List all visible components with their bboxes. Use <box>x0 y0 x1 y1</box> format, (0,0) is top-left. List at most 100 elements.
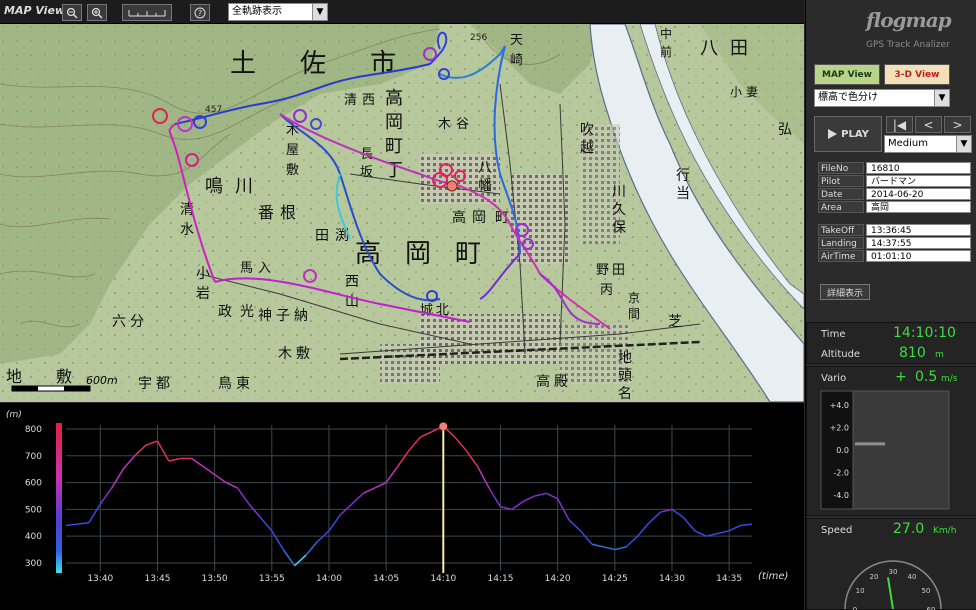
map-view[interactable]: 土 佐 市 高 岡 町 丁 鳴 川 清 水 番 根 田 渕 八 幡 天 崎 吹 <box>0 24 804 402</box>
x-tick-label: 14:25 <box>602 574 628 584</box>
place-label: 田 <box>315 228 329 244</box>
info-value: 16810 <box>866 162 971 174</box>
speed-box: Speed 27.0 Km/h 0 10 20 30 40 50 60 <box>806 518 976 610</box>
place-label: 佐 <box>300 49 326 79</box>
place-label: 政 <box>218 304 232 320</box>
x-tick-label: 13:40 <box>87 574 113 584</box>
track-display-value: 全軌跡表示 <box>232 6 282 17</box>
place-label: 木 <box>438 117 451 132</box>
altitude-line-segment <box>191 457 204 468</box>
zoom-in-button[interactable] <box>87 4 107 21</box>
altitude-value: 810 <box>899 345 926 361</box>
vario-tick-label: +2.0 <box>830 424 849 433</box>
time-cursor[interactable] <box>439 422 448 573</box>
chevron-down-icon: ▼ <box>956 136 971 152</box>
altitude-line-segment <box>99 487 113 505</box>
y-tick-label: 300 <box>25 559 42 569</box>
vario-sign: + <box>895 369 907 385</box>
info-row: Pilot バードマン <box>818 175 971 187</box>
place-label: 木 <box>278 346 292 362</box>
x-tick-label: 14:15 <box>487 574 513 584</box>
altitude-line-segment <box>603 546 615 551</box>
place-label: 弘 <box>778 122 792 138</box>
place-label: 町 <box>455 239 481 269</box>
altitude-line-segment <box>328 514 342 532</box>
altitude-line-segment <box>534 492 547 497</box>
info-label: Pilot <box>818 175 864 187</box>
3d-view-button[interactable]: 3-D View <box>884 64 950 85</box>
zoom-in-icon <box>91 7 103 19</box>
altitude-line-segment <box>351 492 364 505</box>
place-label: 土 <box>230 49 256 79</box>
cursor-marker[interactable] <box>439 422 448 431</box>
place-label: 田 <box>612 263 625 278</box>
info-label: Area <box>818 201 864 213</box>
place-label: 敷 <box>286 163 299 178</box>
help-icon: ? <box>194 7 206 18</box>
altitude-line-segment <box>523 495 536 503</box>
vario-tick-label: -2.0 <box>833 469 849 478</box>
speed-unit: Km/h <box>933 526 957 536</box>
details-button[interactable]: 詳細表示 <box>820 284 870 300</box>
skip-start-button[interactable]: |◀ <box>886 116 913 133</box>
info-row: TakeOff 13:36:45 <box>818 224 971 236</box>
vario-box: Vario + 0.5 m/s +4.0 +2.0 0.0 -2.0 -4.0 <box>806 366 976 516</box>
play-button[interactable]: PLAY <box>814 116 882 152</box>
play-icon <box>828 129 838 139</box>
color-mode-select[interactable]: 標高で色分け ▼ <box>814 89 950 107</box>
y-tick-label: 800 <box>25 425 42 435</box>
track-display-select[interactable]: 全軌跡表示 ▼ <box>228 3 328 21</box>
scale-button[interactable] <box>122 4 172 21</box>
vario-bar <box>855 442 885 446</box>
step-forward-button[interactable]: > <box>944 116 971 133</box>
place-label: 小 <box>730 85 742 99</box>
place-label: 京 <box>628 291 640 305</box>
altitude-line-segment <box>568 519 582 532</box>
elevation-label: 256 <box>470 33 487 43</box>
info-label: FileNo <box>818 162 864 174</box>
place-label: 都 <box>156 376 170 392</box>
altitude-series <box>65 425 753 567</box>
place-label: 岡 <box>405 239 431 269</box>
altitude-line-segment <box>465 450 479 467</box>
gauge-ticks: 0 10 20 30 40 50 60 <box>853 568 936 610</box>
altitude-line-segment <box>740 523 753 527</box>
place-label: 東 <box>236 376 250 392</box>
altitude-chart-svg[interactable]: (m) (time) 800 700 600 500 400 300 13:40 13:45… <box>0 403 804 610</box>
ruler-icon <box>128 9 166 16</box>
vario-value: 0.5 <box>915 369 938 385</box>
place-label: 中 <box>660 26 672 41</box>
map-view-button[interactable]: MAP View <box>814 64 880 85</box>
altitude-line-segment <box>374 481 387 489</box>
place-label: 高 <box>536 373 550 390</box>
step-back-button[interactable]: < <box>915 116 942 133</box>
place-label: 丙 <box>600 283 613 298</box>
altitude-line-segment <box>122 455 136 470</box>
zoom-out-button[interactable] <box>62 4 82 21</box>
altitude-unit: m <box>935 350 944 360</box>
place-label: 八 <box>700 38 718 59</box>
app-subtitle: GPS Track Analizer <box>866 40 950 50</box>
altitude-line-segment <box>591 543 604 548</box>
info-value: 高岡 <box>866 201 971 213</box>
x-tick-label: 14:30 <box>659 574 685 584</box>
altitude-line-segment <box>511 500 524 510</box>
3d-view-label: 3-D View <box>894 69 940 80</box>
place-label: 番 <box>258 203 274 222</box>
place-label: 小 <box>196 266 210 282</box>
x-tick-label: 14:20 <box>545 574 571 584</box>
altitude-chart[interactable]: (m) (time) 800 700 600 500 400 300 13:40 13:45… <box>0 403 804 610</box>
map-canvas[interactable]: 土 佐 市 高 岡 町 丁 鳴 川 清 水 番 根 田 渕 八 幡 天 崎 吹 <box>0 24 804 402</box>
place-label: 子 <box>276 308 290 324</box>
map-toolbar: MAP View ? 全軌跡表示 ▼ <box>0 0 804 24</box>
place-label: 野 <box>596 263 609 278</box>
place-label: 川 <box>235 176 253 197</box>
place-label: 町 <box>385 136 403 157</box>
place-label: 高 <box>385 88 403 109</box>
place-label: 吹 <box>580 122 594 138</box>
help-button[interactable]: ? <box>190 4 210 21</box>
info-row: FileNo 16810 <box>818 162 971 174</box>
svg-text:?: ? <box>198 9 202 18</box>
playback-speed-select[interactable]: Medium ▼ <box>884 135 972 153</box>
zoom-out-icon <box>66 7 78 19</box>
